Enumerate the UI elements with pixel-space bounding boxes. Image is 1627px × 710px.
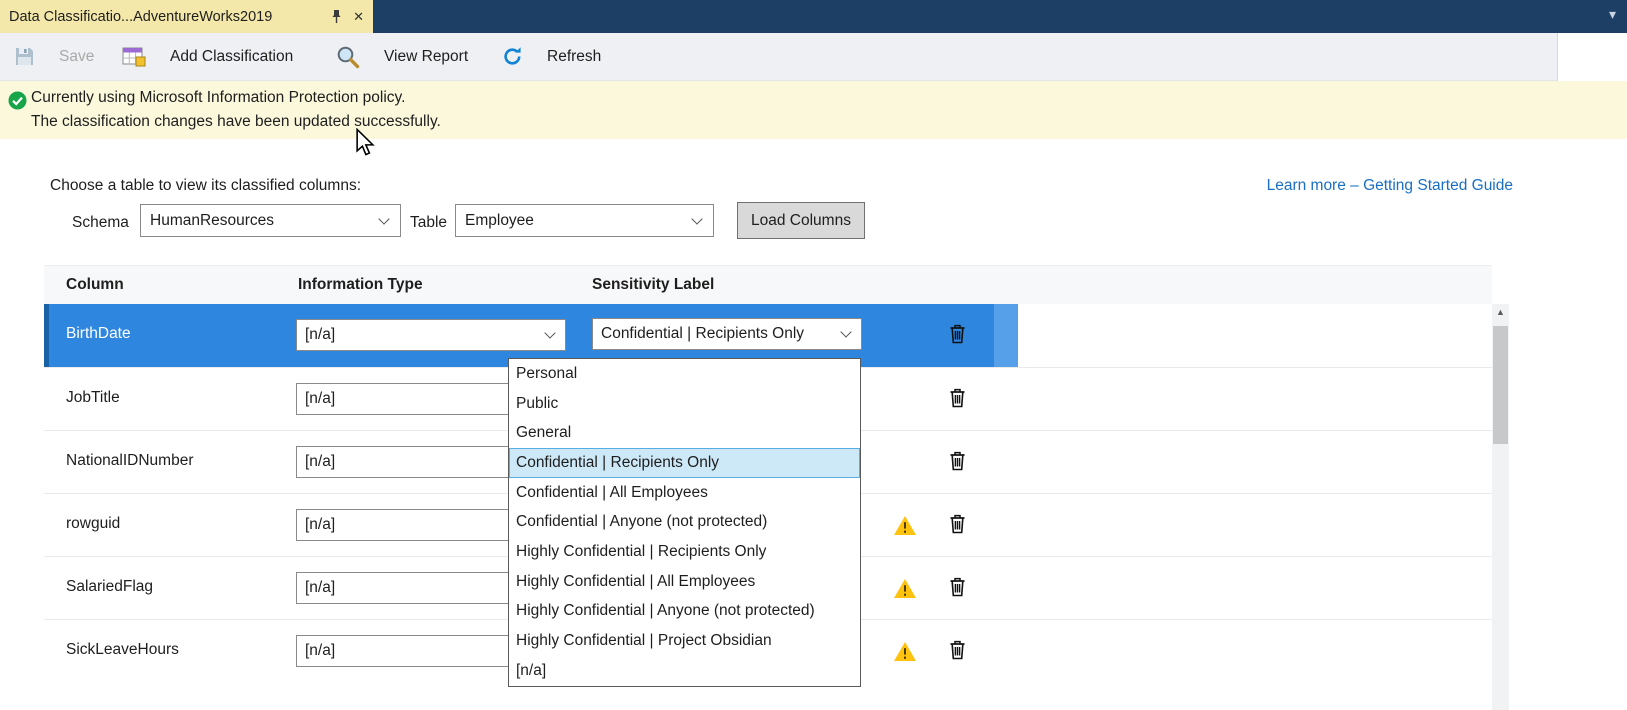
toolbar: Save Add Classification View Report Refr… bbox=[0, 33, 1557, 81]
information-type-value: [n/a] bbox=[305, 516, 335, 534]
view-report-label: View Report bbox=[384, 48, 468, 66]
view-report-button[interactable]: View Report bbox=[330, 33, 474, 80]
sensitivity-options-list: Personal Public General Confidential | R… bbox=[508, 358, 861, 687]
save-label: Save bbox=[59, 48, 94, 66]
information-type-value: [n/a] bbox=[305, 453, 335, 471]
refresh-button[interactable]: Refresh bbox=[496, 33, 607, 80]
row-selection-accent bbox=[44, 304, 49, 367]
row-column-name: JobTitle bbox=[66, 389, 120, 407]
dropdown-option[interactable]: Personal bbox=[509, 359, 860, 389]
dropdown-option[interactable]: [n/a] bbox=[509, 656, 860, 686]
save-button[interactable]: Save bbox=[8, 33, 100, 80]
save-icon bbox=[14, 46, 35, 67]
document-tab[interactable]: Data Classificatio...AdventureWorks2019 … bbox=[0, 0, 373, 33]
delete-classification-icon[interactable] bbox=[949, 577, 966, 597]
delete-classification-icon[interactable] bbox=[949, 324, 966, 344]
choose-table-label: Choose a table to view its classified co… bbox=[50, 177, 361, 195]
schema-dropdown[interactable]: HumanResources bbox=[140, 204, 401, 237]
row-selection-endcap bbox=[994, 304, 1018, 367]
success-check-icon bbox=[8, 91, 27, 115]
banner-message-line1: Currently using Microsoft Information Pr… bbox=[31, 89, 405, 107]
grid-header: Column Information Type Sensitivity Labe… bbox=[44, 265, 1492, 304]
dropdown-option[interactable]: Highly Confidential | Project Obsidian bbox=[509, 626, 860, 656]
add-classification-label: Add Classification bbox=[170, 48, 293, 66]
add-classification-icon bbox=[122, 46, 146, 67]
schema-label: Schema bbox=[72, 214, 129, 232]
delete-classification-icon[interactable] bbox=[949, 388, 966, 408]
dropdown-option[interactable]: General bbox=[509, 418, 860, 448]
warning-icon bbox=[893, 641, 917, 662]
table-dropdown[interactable]: Employee bbox=[455, 204, 714, 237]
add-classification-button[interactable]: Add Classification bbox=[116, 33, 299, 80]
dropdown-option[interactable]: Highly Confidential | Anyone (not protec… bbox=[509, 597, 860, 627]
vertical-scrollbar[interactable]: ▲ bbox=[1492, 304, 1509, 710]
dropdown-option[interactable]: Public bbox=[509, 389, 860, 419]
row-column-name: SalariedFlag bbox=[66, 578, 153, 596]
header-column: Column bbox=[66, 276, 124, 294]
banner-message-line2: The classification changes have been upd… bbox=[31, 113, 441, 131]
window-menu-chevron-icon[interactable]: ▾ bbox=[1609, 6, 1616, 23]
information-type-value: [n/a] bbox=[305, 326, 335, 344]
sensitivity-label-dropdown[interactable]: Confidential | Recipients Only bbox=[592, 318, 862, 350]
refresh-label: Refresh bbox=[547, 48, 601, 66]
table-label: Table bbox=[410, 214, 447, 232]
table-dropdown-value: Employee bbox=[465, 212, 534, 230]
header-sensitivity-label: Sensitivity Label bbox=[592, 276, 714, 294]
close-icon[interactable]: ✕ bbox=[353, 10, 364, 23]
policy-banner: Currently using Microsoft Information Pr… bbox=[0, 81, 1627, 139]
row-column-name: NationalIDNumber bbox=[66, 452, 194, 470]
learn-more-link[interactable]: Learn more – Getting Started Guide bbox=[1267, 177, 1513, 195]
load-columns-button[interactable]: Load Columns bbox=[737, 202, 865, 239]
toolbar-spacer bbox=[1557, 33, 1627, 81]
dropdown-option-highlighted[interactable]: Confidential | Recipients Only bbox=[509, 448, 860, 478]
dropdown-option[interactable]: Confidential | Anyone (not protected) bbox=[509, 507, 860, 537]
row-column-name: rowguid bbox=[66, 515, 120, 533]
tab-title: Data Classificatio...AdventureWorks2019 bbox=[9, 9, 320, 25]
delete-classification-icon[interactable] bbox=[949, 640, 966, 660]
row-column-name: BirthDate bbox=[66, 325, 131, 343]
refresh-icon bbox=[502, 46, 523, 67]
dropdown-option[interactable]: Highly Confidential | Recipients Only bbox=[509, 537, 860, 567]
delete-classification-icon[interactable] bbox=[949, 451, 966, 471]
dropdown-option[interactable]: Confidential | All Employees bbox=[509, 478, 860, 508]
mouse-cursor bbox=[355, 128, 375, 158]
pin-icon[interactable] bbox=[331, 9, 342, 24]
view-report-icon bbox=[336, 45, 360, 69]
warning-icon bbox=[893, 515, 917, 536]
sensitivity-label-value: Confidential | Recipients Only bbox=[601, 325, 804, 343]
scrollbar-thumb[interactable] bbox=[1493, 326, 1508, 444]
tab-bar: Data Classificatio...AdventureWorks2019 … bbox=[0, 0, 1627, 33]
header-information-type: Information Type bbox=[298, 276, 423, 294]
information-type-value: [n/a] bbox=[305, 390, 335, 408]
scroll-up-arrow-icon[interactable]: ▲ bbox=[1492, 307, 1509, 317]
schema-dropdown-value: HumanResources bbox=[150, 212, 274, 230]
dropdown-option[interactable]: Highly Confidential | All Employees bbox=[509, 567, 860, 597]
information-type-value: [n/a] bbox=[305, 579, 335, 597]
information-type-dropdown[interactable]: [n/a] bbox=[296, 319, 566, 351]
row-column-name: SickLeaveHours bbox=[66, 641, 179, 659]
warning-icon bbox=[893, 578, 917, 599]
information-type-value: [n/a] bbox=[305, 642, 335, 660]
delete-classification-icon[interactable] bbox=[949, 514, 966, 534]
